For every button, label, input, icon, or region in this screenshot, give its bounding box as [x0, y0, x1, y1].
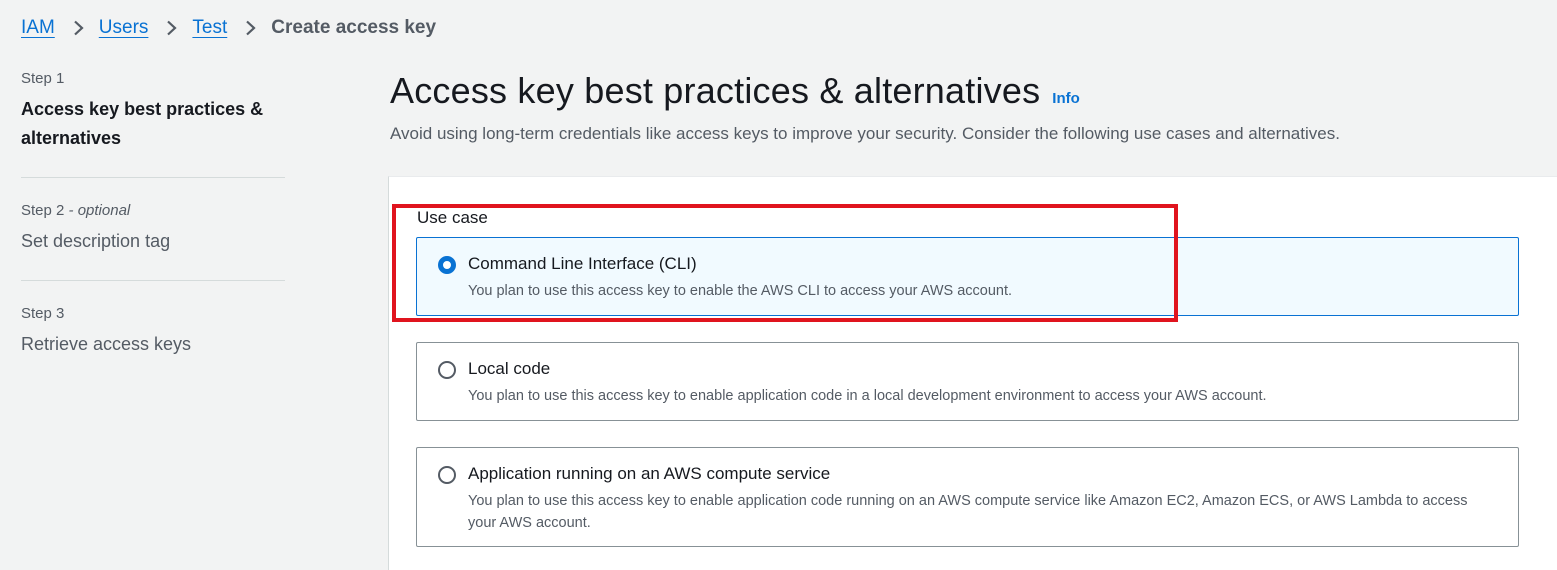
step-number: Step 2 - optional	[21, 200, 285, 221]
breadcrumb-link-test[interactable]: Test	[192, 17, 227, 39]
wizard-steps: Step 1 Access key best practices & alter…	[21, 68, 285, 383]
step-number-text: Step 1	[21, 70, 65, 87]
breadcrumb-current: Create access key	[271, 17, 437, 38]
use-case-option-local-code[interactable]: Local code You plan to use this access k…	[416, 342, 1519, 421]
step-title: Set description tag	[21, 231, 171, 251]
step-number-text: Step 3	[21, 305, 65, 322]
info-link[interactable]: Info	[1052, 90, 1080, 107]
wizard-step-3: Step 3 Retrieve access keys	[21, 280, 285, 383]
page-header: Access key best practices & alternatives…	[390, 68, 1557, 146]
step-optional-label: - optional	[64, 202, 131, 219]
wizard-step-2: Step 2 - optional Set description tag	[21, 177, 285, 280]
step-title: Retrieve access keys	[21, 334, 192, 354]
option-description: You plan to use this access key to enabl…	[468, 283, 1013, 299]
page-title: Access key best practices & alternatives	[390, 70, 1041, 111]
option-title: Local code	[468, 359, 551, 378]
radio-unselected-icon[interactable]	[438, 361, 456, 379]
chevron-right-icon	[166, 20, 178, 36]
option-description: You plan to use this access key to enabl…	[468, 388, 1267, 404]
use-case-container: Use case Command Line Interface (CLI) Yo…	[388, 176, 1557, 570]
step-number-text: Step 2	[21, 202, 65, 219]
option-title: Command Line Interface (CLI)	[468, 254, 697, 273]
breadcrumb-link-iam[interactable]: IAM	[21, 17, 55, 39]
radio-selected-icon[interactable]	[438, 256, 456, 274]
breadcrumb-link-users[interactable]: Users	[99, 17, 149, 39]
use-case-label: Use case	[417, 208, 488, 227]
use-case-option-aws-compute[interactable]: Application running on an AWS compute se…	[416, 447, 1519, 547]
breadcrumb: IAM Users Test Create access key	[21, 15, 436, 41]
chevron-right-icon	[73, 20, 84, 36]
page-description: Avoid using long-term credentials like a…	[390, 124, 1340, 143]
step-number: Step 3	[21, 303, 285, 324]
option-description: You plan to use this access key to enabl…	[468, 493, 1468, 531]
step-title-active: Access key best practices & alternatives	[21, 99, 264, 148]
radio-unselected-icon[interactable]	[438, 466, 456, 484]
option-title: Application running on an AWS compute se…	[468, 464, 831, 483]
step-number: Step 1	[21, 68, 285, 89]
page-title-row: Access key best practices & alternatives…	[390, 68, 1557, 114]
use-case-option-cli[interactable]: Command Line Interface (CLI) You plan to…	[416, 237, 1519, 316]
chevron-right-icon	[245, 20, 256, 36]
create-access-key-page: IAM Users Test Create access key Step 1 …	[0, 0, 1557, 570]
wizard-step-1: Step 1 Access key best practices & alter…	[21, 68, 285, 177]
